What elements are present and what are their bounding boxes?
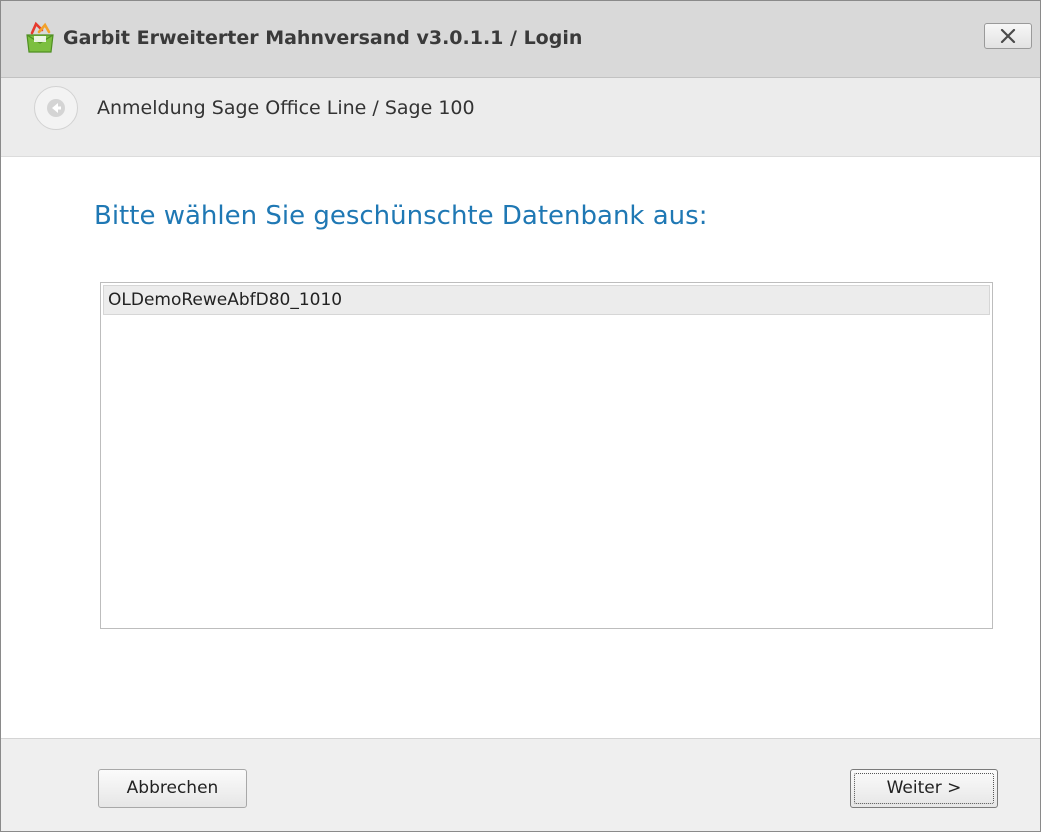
database-list-item[interactable]: OLDemoReweAbfD80_1010 bbox=[103, 285, 990, 315]
garbit-app-icon bbox=[23, 21, 57, 55]
back-arrow-icon bbox=[47, 99, 65, 117]
next-button-label: Weiter > bbox=[886, 778, 962, 798]
cancel-button[interactable]: Abbrechen bbox=[98, 769, 247, 808]
close-button[interactable] bbox=[984, 23, 1032, 49]
database-list[interactable]: OLDemoReweAbfD80_1010 bbox=[100, 282, 993, 629]
title-bar[interactable]: Garbit Erweiterter Mahnversand v3.0.1.1 … bbox=[1, 1, 1040, 78]
instruction-heading: Bitte wählen Sie geschünschte Datenbank … bbox=[94, 201, 708, 231]
back-button[interactable] bbox=[34, 86, 78, 130]
close-icon bbox=[1000, 29, 1016, 43]
page-header: Anmeldung Sage Office Line / Sage 100 bbox=[1, 78, 1040, 157]
page-title: Anmeldung Sage Office Line / Sage 100 bbox=[97, 97, 475, 119]
login-window: Garbit Erweiterter Mahnversand v3.0.1.1 … bbox=[0, 0, 1041, 832]
window-title: Garbit Erweiterter Mahnversand v3.0.1.1 … bbox=[63, 27, 583, 49]
next-button[interactable]: Weiter > bbox=[850, 769, 998, 808]
footer-bar: Abbrechen Weiter > bbox=[1, 738, 1040, 831]
